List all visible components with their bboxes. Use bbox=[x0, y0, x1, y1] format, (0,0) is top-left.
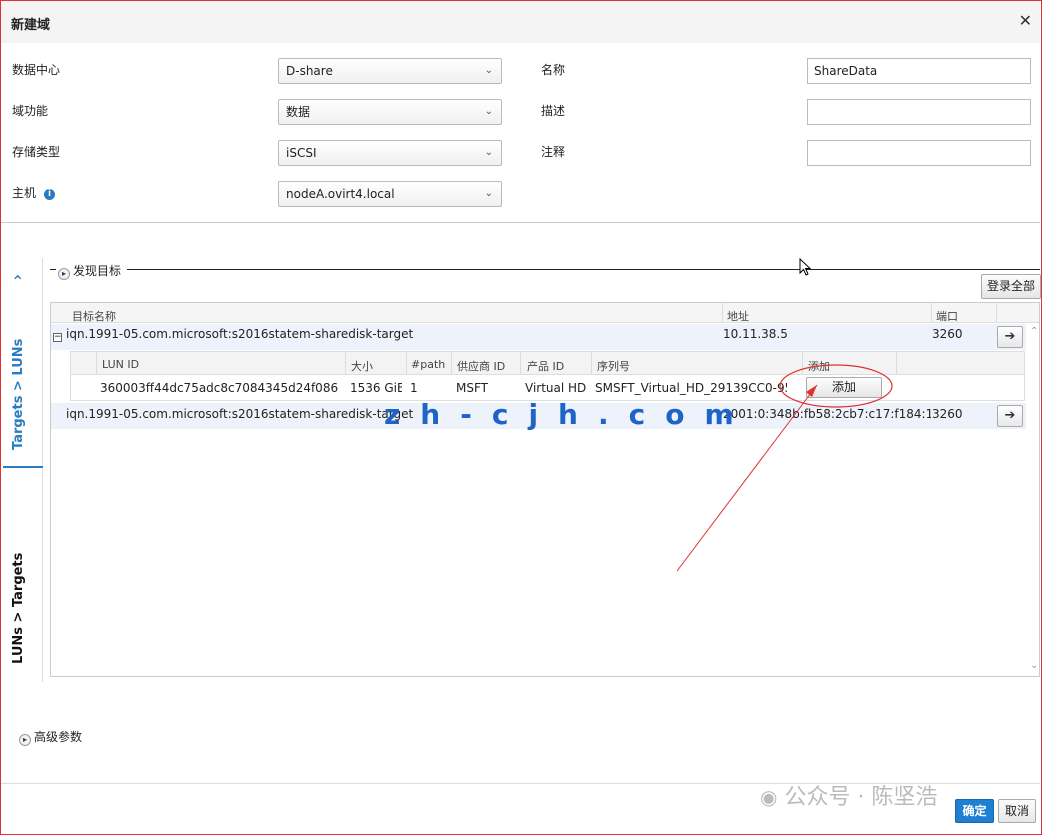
wechat-icon: ◉ bbox=[760, 785, 778, 809]
annotation-ellipse bbox=[779, 364, 893, 408]
annotation-overlay bbox=[676, 364, 893, 572]
ok-button[interactable]: 确定 bbox=[955, 799, 994, 823]
cancel-button[interactable]: 取消 bbox=[998, 799, 1036, 823]
wechat-watermark: ◉ 公众号 · 陈坚浩 bbox=[760, 779, 937, 811]
chevron-right-icon: ▸ bbox=[19, 734, 31, 746]
advanced-params-toggle[interactable]: ▸ 高级参数 bbox=[19, 728, 82, 746]
wechat-watermark-text: 公众号 · 陈坚浩 bbox=[784, 785, 938, 810]
annotation-arrow-head bbox=[806, 385, 817, 397]
annotation-arrow-line bbox=[676, 384, 818, 572]
advanced-params-label: 高级参数 bbox=[34, 730, 83, 744]
